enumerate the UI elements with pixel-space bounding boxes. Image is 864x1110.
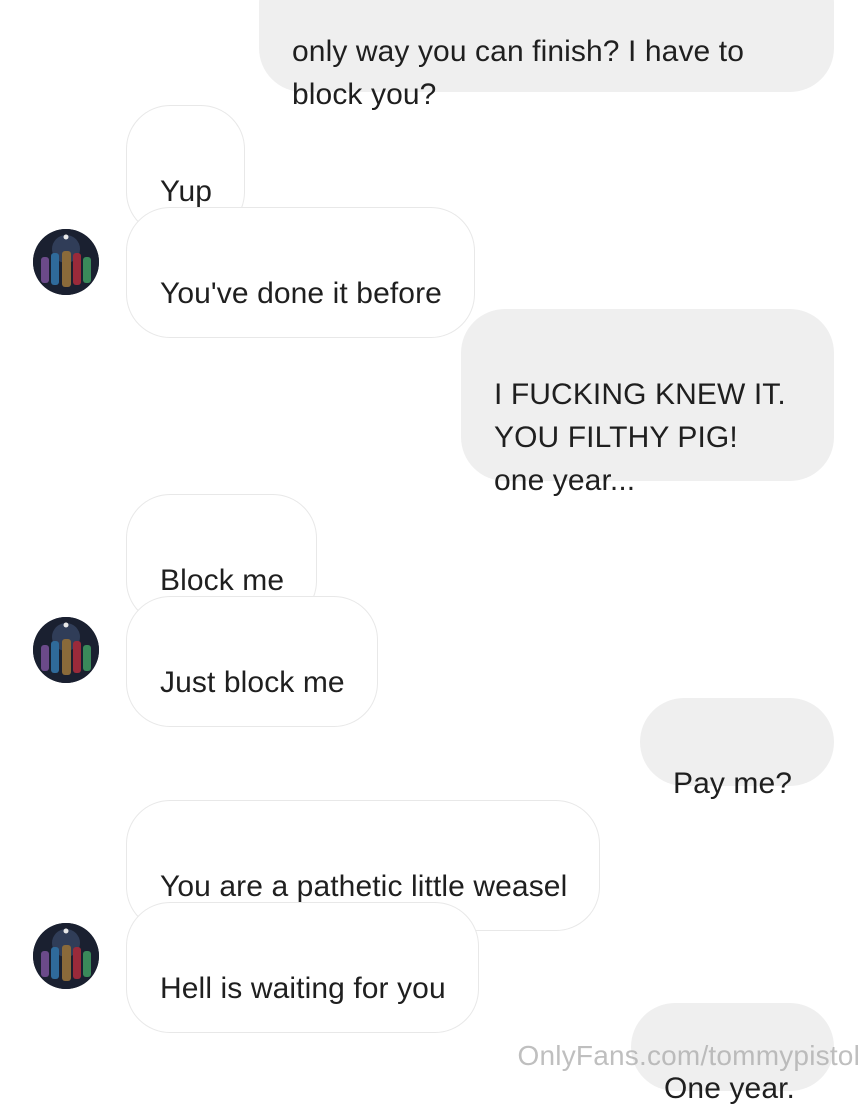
contact-avatar[interactable]: [33, 617, 99, 683]
message-bubble-outgoing[interactable]: only way you can finish? I have to block…: [259, 0, 834, 111]
message-bubble-incoming[interactable]: You've done it before: [126, 207, 475, 338]
message-text: Just block me: [160, 666, 345, 699]
message-text: I FUCKING KNEW IT. YOU FILTHY PIG! one y…: [494, 378, 786, 497]
watermark-text: OnlyFans.com/tommypistol: [517, 1040, 860, 1071]
message-text: Yup: [160, 175, 213, 208]
message-text: only way you can finish? I have to block…: [292, 35, 744, 111]
contact-avatar[interactable]: [33, 229, 99, 295]
message-text: Block me: [160, 564, 285, 597]
contact-avatar[interactable]: [33, 923, 99, 989]
message-text: Pay me?: [673, 767, 793, 800]
message-bubble-incoming[interactable]: Hell is waiting for you: [126, 902, 479, 1033]
message-bubble-outgoing[interactable]: Pay me?: [640, 698, 834, 800]
message-text: You are a pathetic little weasel: [160, 870, 568, 903]
message-text: Hell is waiting for you: [160, 972, 446, 1005]
message-text: One year.: [664, 1072, 795, 1105]
message-bubble-incoming[interactable]: Just block me: [126, 596, 378, 727]
message-bubble-outgoing[interactable]: I FUCKING KNEW IT. YOU FILTHY PIG! one y…: [461, 309, 834, 497]
message-text: You've done it before: [160, 277, 442, 310]
